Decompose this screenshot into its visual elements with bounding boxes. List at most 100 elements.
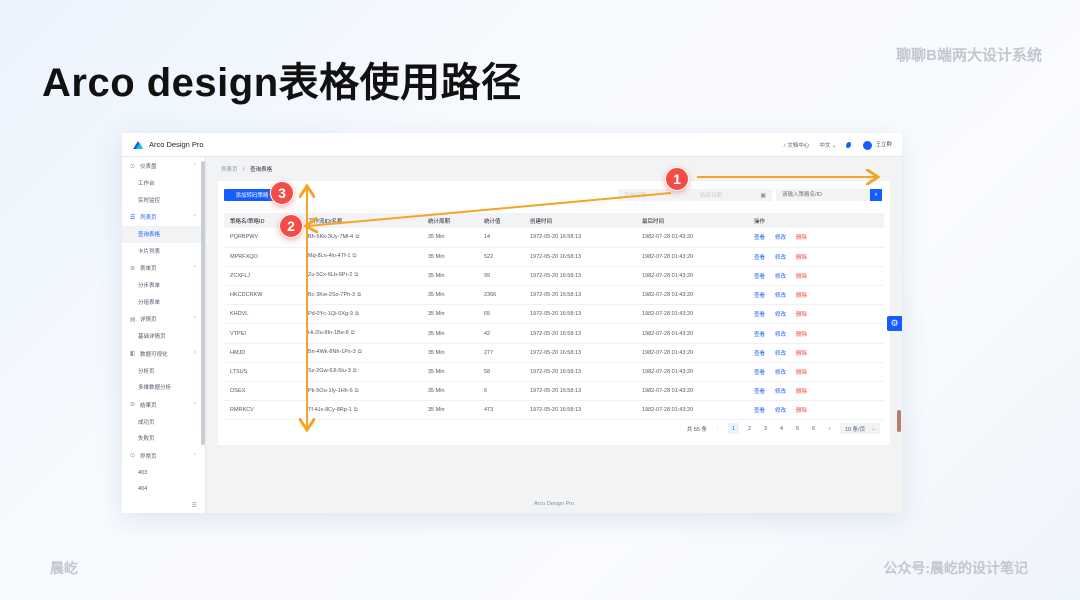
delete-button[interactable]: 删除 <box>796 312 807 318</box>
table-header-row: 策略名/策略ID 工作流ID/名称 统计周期 统计值 创建时间 最后时间 操作 <box>224 213 884 228</box>
page-number[interactable]: 6 <box>808 423 819 434</box>
table-cell: Mq-8Ln-4lo-4Tf-1 ⧉ <box>302 247 422 267</box>
copy-icon[interactable]: ⧉ <box>358 349 362 355</box>
edit-button[interactable]: 修改 <box>775 274 786 280</box>
view-button[interactable]: 查看 <box>754 408 765 414</box>
date-range-picker[interactable]: 开始日期 - 结束日期 ▣ <box>618 189 772 201</box>
page-number[interactable]: 4 <box>776 423 787 434</box>
sidebar-item[interactable]: 多维数据分析 <box>122 379 205 396</box>
copy-icon[interactable]: ⧉ <box>351 330 355 336</box>
cell-text: 1972-05-20 16:58:13 <box>530 311 582 318</box>
copy-icon[interactable]: ⧉ <box>354 407 358 413</box>
page-number[interactable]: 5 <box>792 423 803 434</box>
sidebar-item[interactable]: 查询表格 <box>122 226 205 243</box>
language-select[interactable]: 中文 ⌄ <box>819 141 836 149</box>
sidebar-item[interactable]: 失败页 <box>122 430 205 447</box>
search-button[interactable]: ⌕ <box>870 189 882 201</box>
page-number[interactable]: 1 <box>728 423 739 434</box>
delete-button[interactable]: 删除 <box>796 274 807 280</box>
page-size-select[interactable]: 10 条/页 ⌄ <box>840 423 880 434</box>
view-button[interactable]: 查看 <box>754 332 765 338</box>
sidebar-item[interactable]: 实时监控 <box>122 192 205 209</box>
table-row: MPRFXQO Mq-8Ln-4lo-4Tf-1 ⧉ 35 Min 522 1972-05… <box>224 247 884 267</box>
breadcrumb-separator: / <box>243 167 245 173</box>
copy-icon[interactable]: ⧉ <box>355 234 359 240</box>
start-date-field[interactable]: 开始日期 <box>624 191 646 199</box>
view-button[interactable]: 查看 <box>754 274 765 280</box>
view-button[interactable]: 查看 <box>754 255 765 261</box>
edit-button[interactable]: 修改 <box>775 255 786 261</box>
sidebar-group[interactable]: ⊙ 异常页 ⌃ <box>122 447 205 465</box>
delete-button[interactable]: 删除 <box>796 408 807 414</box>
sidebar-group[interactable]: ⊙ 仪表盘 ⌃ <box>122 157 205 175</box>
edit-button[interactable]: 修改 <box>775 235 786 241</box>
view-button[interactable]: 查看 <box>754 312 765 318</box>
delete-button[interactable]: 删除 <box>796 255 807 261</box>
copy-icon[interactable]: ⧉ <box>353 368 357 374</box>
sidebar-group[interactable]: ▤ 详情页 ⌃ <box>122 310 205 328</box>
delete-button[interactable]: 删除 <box>796 332 807 338</box>
app-footer: Arco Design Pro <box>533 501 575 507</box>
table-cell: Sz-2Gw-6Jl-5Iu-3 ⧉ <box>302 362 422 383</box>
table-cell: 1982-07-28 01:43:20 <box>636 400 748 421</box>
breadcrumb-parent[interactable]: 列表页 <box>221 167 238 173</box>
view-button[interactable]: 查看 <box>754 351 765 357</box>
view-button[interactable]: 查看 <box>754 389 765 395</box>
menu-group-icon: ⊙ <box>130 163 136 170</box>
view-button[interactable]: 查看 <box>754 293 765 299</box>
search-input[interactable] <box>776 189 882 201</box>
docs-link[interactable]: ♪ 文档中心 <box>783 141 809 149</box>
next-page-icon[interactable]: › <box>824 423 835 434</box>
cell-text: Bc-3Kw-2So-7Ph-3 <box>308 291 356 298</box>
table-cell: 35 Min <box>422 343 478 363</box>
docs-label: 文档中心 <box>787 143 810 149</box>
sidebar-item[interactable]: 分步表单 <box>122 277 205 294</box>
delete-button[interactable]: 删除 <box>796 389 807 395</box>
edit-button[interactable]: 修改 <box>775 408 786 414</box>
view-button[interactable]: 查看 <box>754 235 765 241</box>
edit-button[interactable]: 修改 <box>775 389 786 395</box>
copy-icon[interactable]: ⧉ <box>353 253 357 259</box>
theme-toggle-icon[interactable] <box>846 141 854 149</box>
sidebar-group[interactable]: ☰ 列表页 ⌃ <box>122 208 205 226</box>
view-button[interactable]: 查看 <box>754 370 765 376</box>
collapse-sidebar-icon[interactable]: ☰ <box>192 502 197 509</box>
sidebar-item[interactable]: 基础详情页 <box>122 328 205 345</box>
table-cell: 6 <box>478 381 524 402</box>
sidebar-group[interactable]: ◧ 数据可视化 ⌃ <box>122 345 205 363</box>
sidebar-item[interactable]: 成功页 <box>122 414 205 431</box>
end-date-field[interactable]: 结束日期 <box>700 191 722 199</box>
sidebar-group[interactable]: ⊘ 结果页 ⌃ <box>122 396 205 414</box>
copy-icon[interactable]: ⧉ <box>355 388 359 394</box>
table-cell: 35 Min <box>422 285 478 306</box>
edit-button[interactable]: 修改 <box>775 351 786 357</box>
table-cell: 99 <box>478 266 524 287</box>
sidebar-item[interactable]: 403 <box>122 465 205 482</box>
edit-button[interactable]: 修改 <box>775 370 786 376</box>
delete-button[interactable]: 删除 <box>796 370 807 376</box>
sidebar-item[interactable]: 404 <box>122 481 205 498</box>
sidebar-item[interactable]: 分析页 <box>122 363 205 380</box>
delete-button[interactable]: 删除 <box>796 293 807 299</box>
user-menu[interactable]: 王立群 <box>863 140 892 150</box>
sidebar-item[interactable]: 卡片列表 <box>122 243 205 260</box>
edit-button[interactable]: 修改 <box>775 332 786 338</box>
delete-button[interactable]: 删除 <box>796 351 807 357</box>
copy-icon[interactable]: ⧉ <box>355 311 359 317</box>
delete-button[interactable]: 删除 <box>796 235 807 241</box>
side-handle[interactable] <box>897 410 901 432</box>
cell-text: KHDVL <box>230 311 249 318</box>
sidebar-item[interactable]: 分组表单 <box>122 294 205 311</box>
settings-gear-icon[interactable]: ⚙ <box>887 316 902 331</box>
table-cell: 1982-07-28 01:43:20 <box>636 304 748 325</box>
prev-page-icon[interactable]: ‹ <box>712 423 723 434</box>
page-number[interactable]: 3 <box>760 423 771 434</box>
sidebar-group[interactable]: ⊛ 表单页 ⌃ <box>122 259 205 277</box>
edit-button[interactable]: 修改 <box>775 312 786 318</box>
copy-icon[interactable]: ⧉ <box>354 272 358 278</box>
page-number[interactable]: 2 <box>744 423 755 434</box>
copy-icon[interactable]: ⧉ <box>357 292 361 298</box>
sidebar-item[interactable]: 工作台 <box>122 175 205 192</box>
cell-text: 1982-07-28 01:43:20 <box>642 349 694 356</box>
edit-button[interactable]: 修改 <box>775 293 786 299</box>
